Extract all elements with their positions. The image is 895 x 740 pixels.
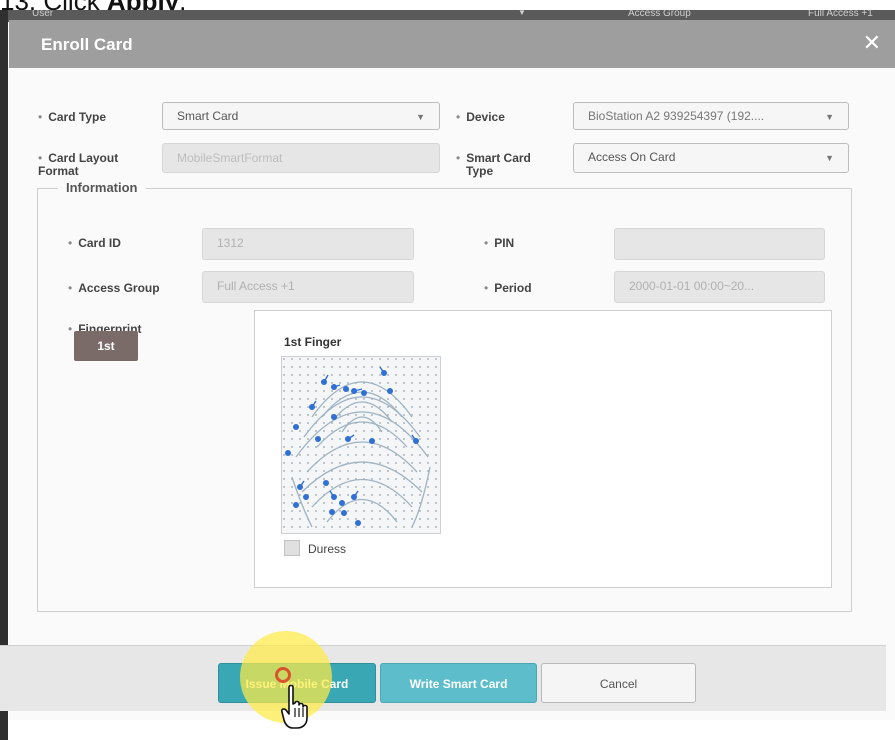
bg-col-user: User [32, 10, 54, 19]
click-indicator-icon [275, 667, 291, 683]
card-type-select[interactable]: Smart Card ▼ [162, 102, 440, 130]
information-legend: Information [58, 180, 146, 195]
fingerprint-image [281, 356, 441, 534]
chevron-down-icon: ▼ [825, 153, 834, 163]
device-label: • Device [456, 110, 505, 124]
bg-col-access-group: Access Group [628, 10, 691, 19]
dialog-title: Enroll Card [41, 35, 133, 54]
bg-col-full-access: Full Access +1 [808, 10, 873, 19]
period-label: • Period [484, 281, 532, 295]
bg-dropdown-icon: ▼ [518, 10, 526, 17]
fingerprint-1st-button[interactable]: 1st [74, 331, 138, 361]
card-layout-format-label: • Card Layout Format [38, 151, 119, 178]
card-id-field[interactable]: 1312 [202, 228, 414, 260]
fingerprint-icon [282, 357, 440, 533]
finger-title: 1st Finger [284, 335, 342, 349]
hand-cursor-icon [280, 684, 314, 730]
chevron-down-icon: ▼ [416, 112, 425, 122]
card-id-label: • Card ID [68, 236, 121, 250]
write-smart-card-button[interactable]: Write Smart Card [380, 663, 537, 703]
device-select[interactable]: BioStation A2 939254397 (192.... ▼ [573, 102, 849, 130]
chevron-down-icon: ▼ [825, 112, 834, 122]
card-layout-format-field: MobileSmartFormat [162, 143, 440, 173]
pin-label: • PIN [484, 236, 515, 250]
dialog-titlebar: Enroll Card ✕ [9, 20, 895, 68]
duress-checkbox[interactable] [284, 540, 300, 556]
smart-card-type-select[interactable]: Access On Card ▼ [573, 143, 849, 173]
period-field[interactable]: 2000-01-01 00:00~20... [614, 271, 825, 303]
duress-label: Duress [308, 542, 347, 556]
cancel-button[interactable]: Cancel [541, 663, 696, 703]
close-icon[interactable]: ✕ [863, 30, 881, 56]
smart-card-type-label: • Smart Card Type [456, 151, 531, 178]
pin-field[interactable] [614, 228, 825, 260]
background-window-edge [0, 10, 8, 740]
access-group-label: • Access Group [68, 281, 160, 295]
card-type-label: • Card Type [38, 110, 106, 124]
access-group-field[interactable]: Full Access +1 [202, 271, 414, 303]
